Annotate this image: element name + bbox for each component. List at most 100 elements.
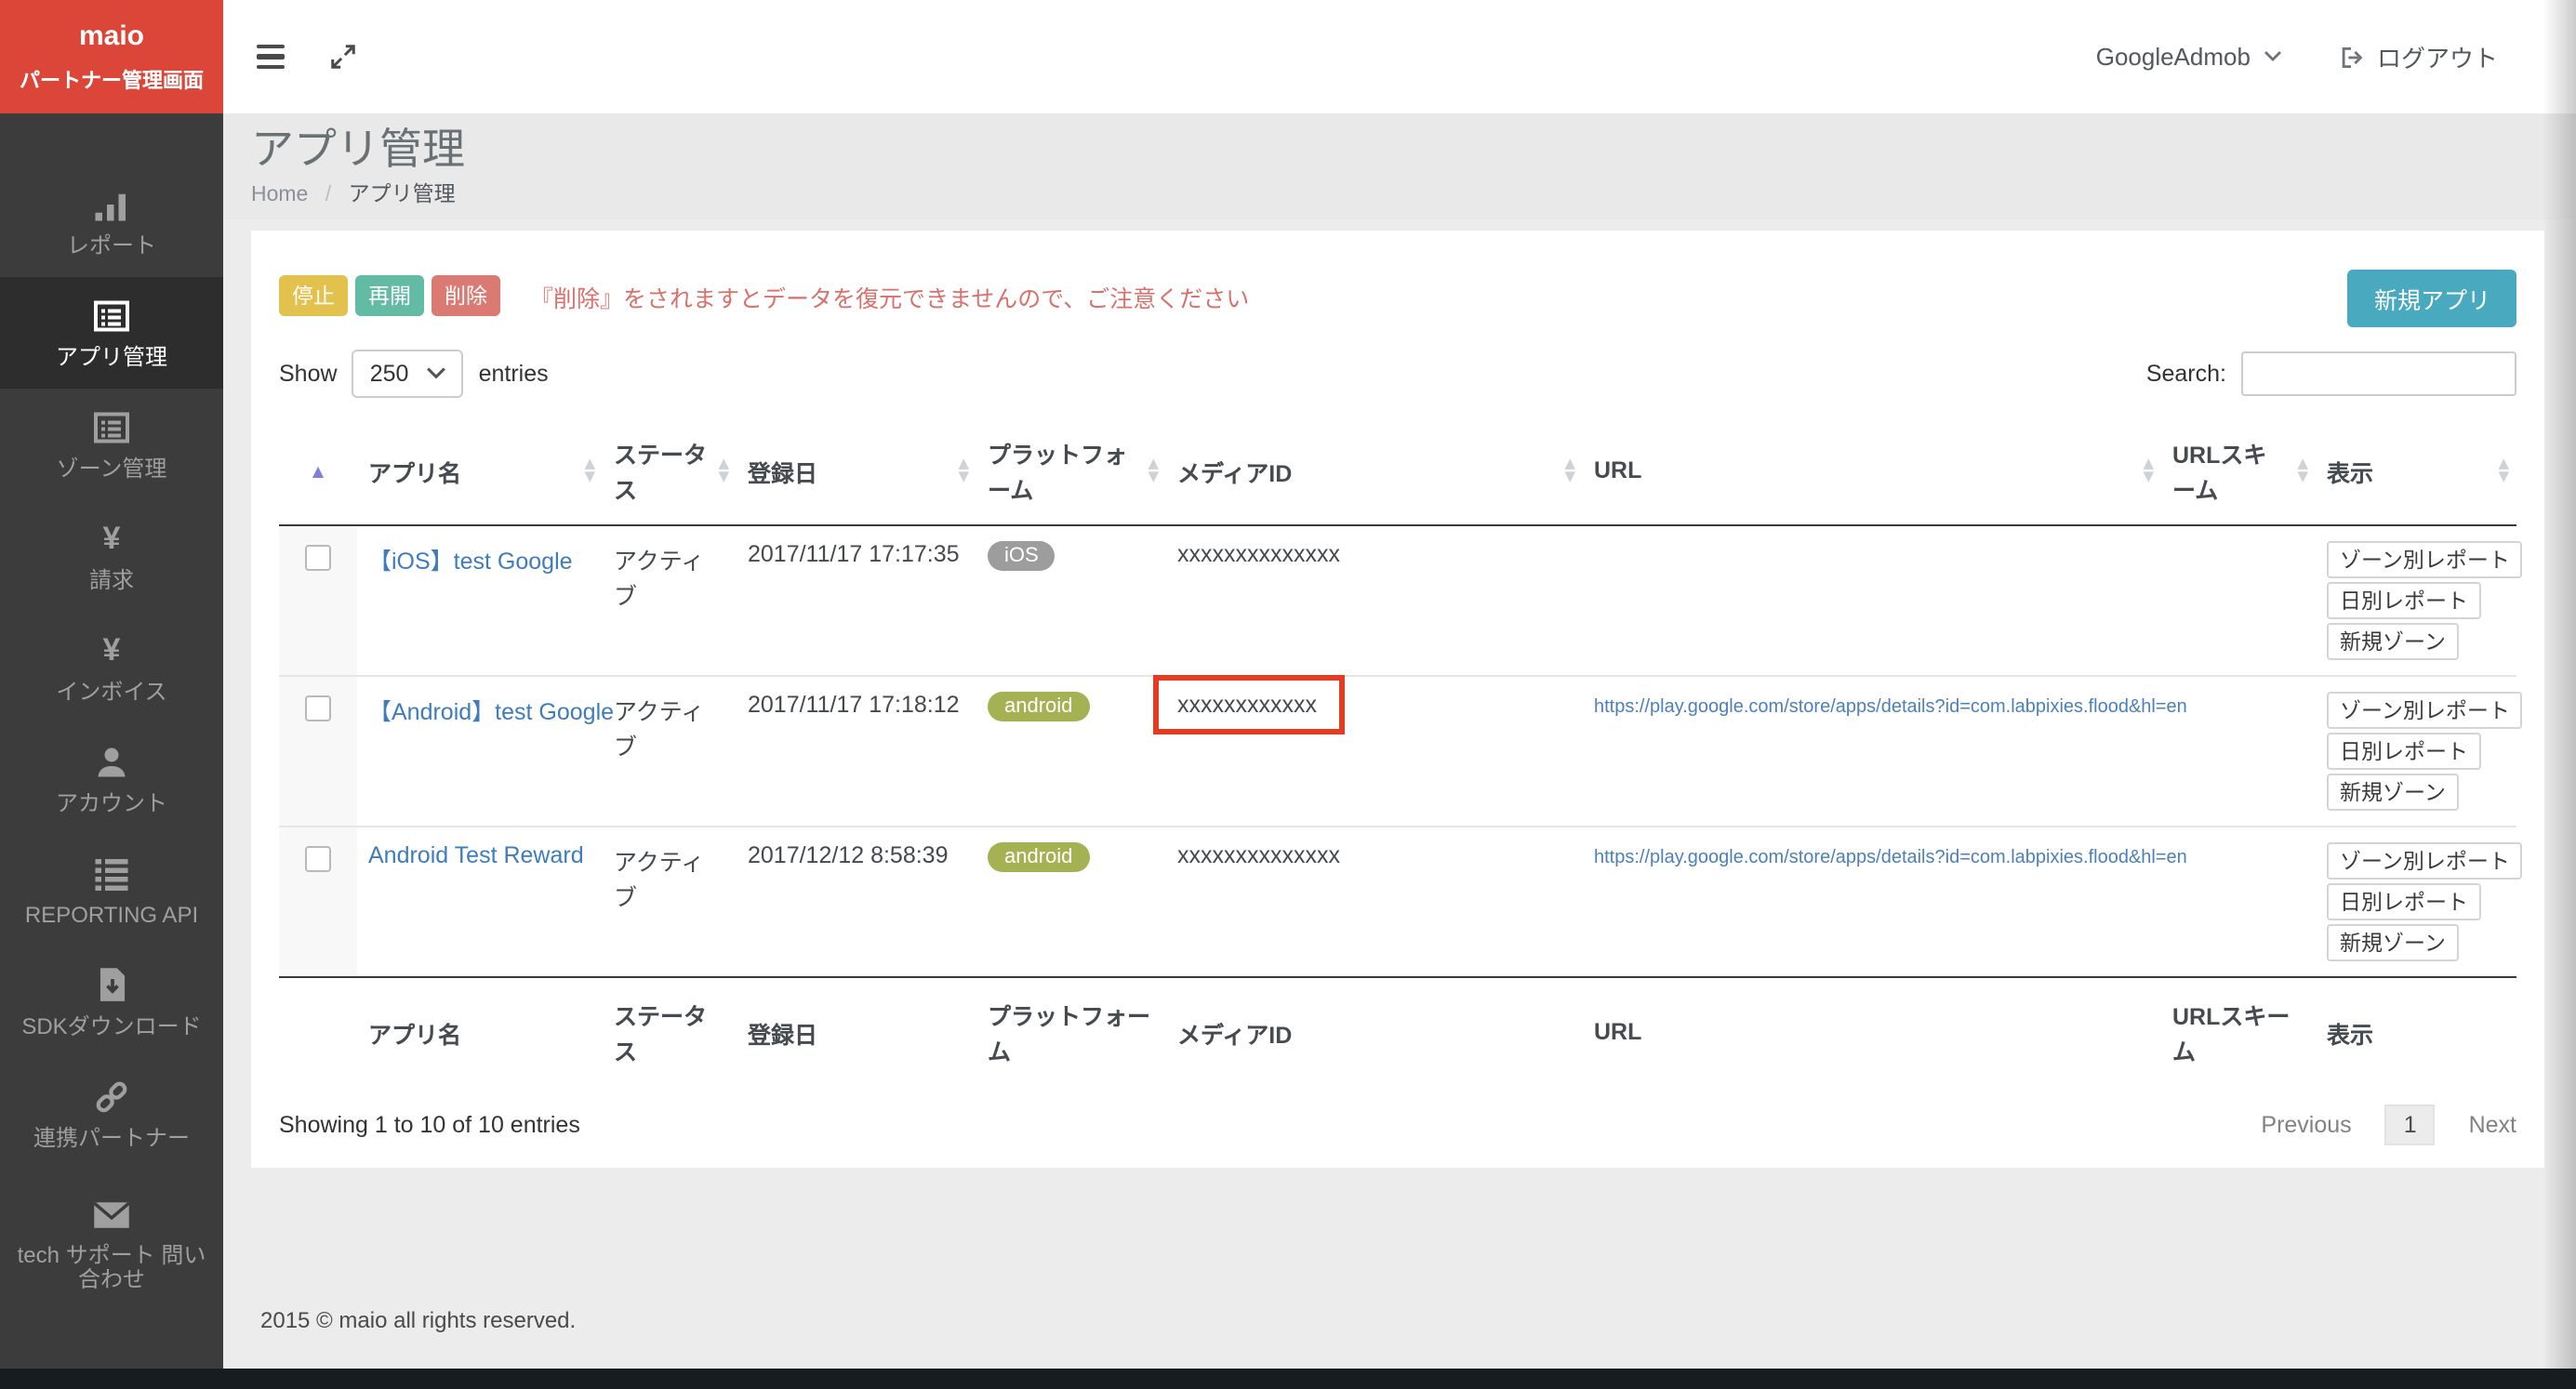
table-footer-bar: Showing 1 to 10 of 10 entries Previous 1… xyxy=(279,1105,2516,1145)
stop-button[interactable]: 停止 xyxy=(279,275,348,316)
app-name-link[interactable]: 【iOS】test Google xyxy=(368,549,573,575)
new-zone-button[interactable]: 新規ゾーン xyxy=(2327,774,2459,811)
media-id-value: xxxxxxxxxxxxxx xyxy=(1177,842,1340,868)
zone-report-button[interactable]: ゾーン別レポート xyxy=(2327,541,2523,578)
column-header-platform[interactable]: プラットフォーム▲▼ xyxy=(976,417,1166,525)
topbar-right: GoogleAdmob ログアウト xyxy=(2096,39,2498,74)
breadcrumb-current: アプリ管理 xyxy=(349,184,456,206)
list-icon xyxy=(93,854,130,892)
column-header-display[interactable]: 表示▲▼ xyxy=(2316,417,2516,525)
pagination: Previous 1 Next xyxy=(2261,1105,2516,1145)
media-id-cell: xxxxxxxxxxxxxx xyxy=(1166,525,1583,676)
sidebar-item-report[interactable]: レポート xyxy=(0,165,223,277)
page-length-select[interactable]: 250 xyxy=(352,350,464,398)
media-id-value: xxxxxxxxxxxxxx xyxy=(1177,541,1340,567)
previous-page-button[interactable]: Previous xyxy=(2261,1112,2351,1138)
sidebar-item-billing[interactable]: ¥請求 xyxy=(0,500,223,612)
breadcrumb-separator: / xyxy=(325,184,331,206)
file-download-icon xyxy=(96,966,127,1003)
current-page-button[interactable]: 1 xyxy=(2385,1105,2436,1145)
sidebar-item-app-management[interactable]: アプリ管理 xyxy=(0,277,223,389)
column-header-registered[interactable]: 登録日▲▼ xyxy=(737,417,976,525)
sidebar-item-label: ゾーン管理 xyxy=(57,456,167,481)
footer-select-column xyxy=(279,977,357,1086)
sidebar: maio パートナー管理画面 レポートアプリ管理ゾーン管理 ¥請求¥インボイスアカ… xyxy=(0,0,223,1369)
sidebar-item-label: インボイス xyxy=(56,680,166,704)
sidebar-item-partner[interactable]: 連携パートナー xyxy=(0,1058,223,1170)
column-header-label: アプリ名 xyxy=(368,460,461,486)
page-length-control: Show 250 entries xyxy=(279,350,549,398)
delete-button[interactable]: 削除 xyxy=(432,275,500,316)
table-row: 【Android】test Googleアクティブ2017/11/17 17:1… xyxy=(279,676,2516,827)
next-page-button[interactable]: Next xyxy=(2469,1112,2516,1138)
column-header-status[interactable]: ステータス▲▼ xyxy=(603,417,737,525)
url-cell xyxy=(1583,525,2161,676)
new-app-button[interactable]: 新規アプリ xyxy=(2348,270,2516,327)
list-alt-icon xyxy=(93,408,130,445)
row-checkbox[interactable] xyxy=(305,545,331,571)
sidebar-item-label: アプリ管理 xyxy=(56,345,167,369)
status-cell: アクティブ xyxy=(603,827,737,977)
topbar: GoogleAdmob ログアウト xyxy=(223,0,2576,113)
search-label: Search: xyxy=(2146,361,2226,387)
footer-column-app-name: アプリ名 xyxy=(357,977,603,1086)
sidebar-item-reporting-api[interactable]: REPORTING API xyxy=(0,835,223,946)
app-name-link[interactable]: Android Test Reward xyxy=(368,842,584,868)
entries-info: Showing 1 to 10 of 10 entries xyxy=(279,1112,580,1138)
sidebar-item-invoice[interactable]: ¥インボイス xyxy=(0,612,223,723)
url-scheme-cell xyxy=(2161,525,2316,676)
sidebar-item-sdk-download[interactable]: SDKダウンロード xyxy=(0,946,223,1058)
search-input[interactable] xyxy=(2241,351,2516,396)
search-control: Search: xyxy=(2146,351,2516,396)
sidebar-item-account[interactable]: アカウント xyxy=(0,723,223,835)
daily-report-button[interactable]: 日別レポート xyxy=(2327,733,2481,770)
sign-out-icon xyxy=(2338,44,2364,70)
media-id-highlight-box: xxxxxxxxxxxx xyxy=(1153,675,1345,734)
column-header-app-name[interactable]: アプリ名▲▼ xyxy=(357,417,603,525)
fullscreen-icon[interactable] xyxy=(329,43,357,71)
user-icon xyxy=(93,743,130,780)
link-icon xyxy=(93,1078,130,1115)
daily-report-button[interactable]: 日別レポート xyxy=(2327,582,2481,619)
page-header: アプリ管理 Home / アプリ管理 xyxy=(223,113,2576,219)
breadcrumb-home-link[interactable]: Home xyxy=(251,184,308,206)
logout-button[interactable]: ログアウト xyxy=(2338,39,2498,74)
app-url-link[interactable]: https://play.google.com/store/apps/detai… xyxy=(1594,697,2187,718)
app-name-link[interactable]: 【Android】test Google xyxy=(368,699,614,725)
account-menu[interactable]: GoogleAdmob xyxy=(2096,43,2282,71)
brand-logo[interactable]: maio パートナー管理画面 xyxy=(0,0,223,113)
row-checkbox[interactable] xyxy=(305,846,331,872)
column-header-select[interactable]: ▲ xyxy=(279,417,357,525)
brand-name: maio xyxy=(79,20,144,51)
zone-report-button[interactable]: ゾーン別レポート xyxy=(2327,692,2523,729)
column-header-url-scheme[interactable]: URLスキーム▲▼ xyxy=(2161,417,2316,525)
column-header-url[interactable]: URL▲▼ xyxy=(1583,417,2161,525)
menu-toggle-icon[interactable] xyxy=(257,45,285,70)
sort-asc-icon: ▲ xyxy=(290,462,346,479)
resume-button[interactable]: 再開 xyxy=(355,275,424,316)
account-menu-label: GoogleAdmob xyxy=(2096,43,2251,71)
table-footer-row: アプリ名ステータス登録日プラットフォームメディアIDURLURLスキーム表示 xyxy=(279,977,2516,1086)
url-cell: https://play.google.com/store/apps/detai… xyxy=(1583,676,2161,827)
platform-cell: iOS xyxy=(976,525,1166,676)
sidebar-item-zone-management[interactable]: ゾーン管理 xyxy=(0,389,223,500)
zone-report-button[interactable]: ゾーン別レポート xyxy=(2327,842,2523,880)
registered-date-cell: 2017/11/17 17:18:12 xyxy=(737,676,976,827)
column-header-label: URL xyxy=(1594,457,1641,483)
new-zone-button[interactable]: 新規ゾーン xyxy=(2327,924,2459,961)
app-url-link[interactable]: https://play.google.com/store/apps/detai… xyxy=(1594,848,2187,868)
row-checkbox[interactable] xyxy=(305,695,331,721)
logout-label: ログアウト xyxy=(2377,39,2498,74)
sidebar-item-tech-support[interactable]: tech サポート 問い合わせ xyxy=(0,1170,223,1318)
column-header-media-id[interactable]: メディアID▲▼ xyxy=(1166,417,1583,525)
column-header-label: 登録日 xyxy=(748,460,817,486)
column-header-label: 表示 xyxy=(2327,460,2373,486)
sidebar-item-label: tech サポート 問い合わせ xyxy=(11,1244,212,1292)
url-cell: https://play.google.com/store/apps/detai… xyxy=(1583,827,2161,977)
footer-column-platform: プラットフォーム xyxy=(976,977,1166,1086)
row-select-cell xyxy=(279,827,357,977)
daily-report-button[interactable]: 日別レポート xyxy=(2327,883,2481,920)
window-bottom-bar xyxy=(0,1369,2576,1389)
registered-date-cell: 2017/11/17 17:17:35 xyxy=(737,525,976,676)
new-zone-button[interactable]: 新規ゾーン xyxy=(2327,623,2459,660)
